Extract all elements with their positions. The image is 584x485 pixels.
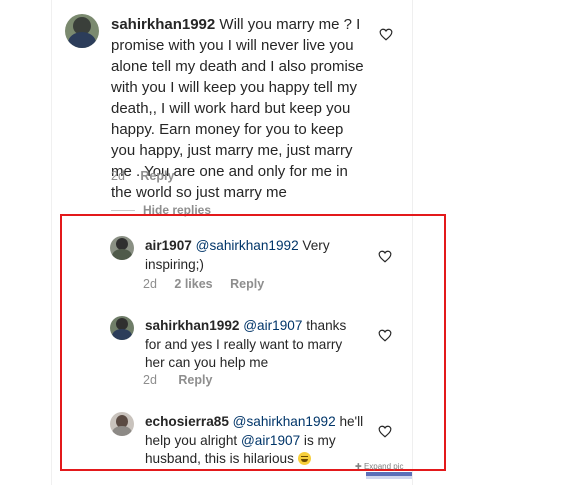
comment-time[interactable]: 2d xyxy=(111,169,125,183)
expand-pic-link[interactable]: ✚ Expand pic xyxy=(355,462,404,471)
highlight-box xyxy=(60,214,446,471)
expand-label: Expand pic xyxy=(363,462,404,471)
comment-username[interactable]: sahirkhan1992 xyxy=(111,16,215,33)
heart-outline-icon[interactable] xyxy=(379,28,393,41)
expand-bar-shadow xyxy=(366,476,412,479)
comment-meta: 2d Reply xyxy=(111,169,174,183)
expand-icon: ✚ xyxy=(355,462,362,471)
avatar[interactable] xyxy=(65,14,99,48)
reply-button[interactable]: Reply xyxy=(140,169,174,183)
hide-replies-line xyxy=(111,210,135,211)
